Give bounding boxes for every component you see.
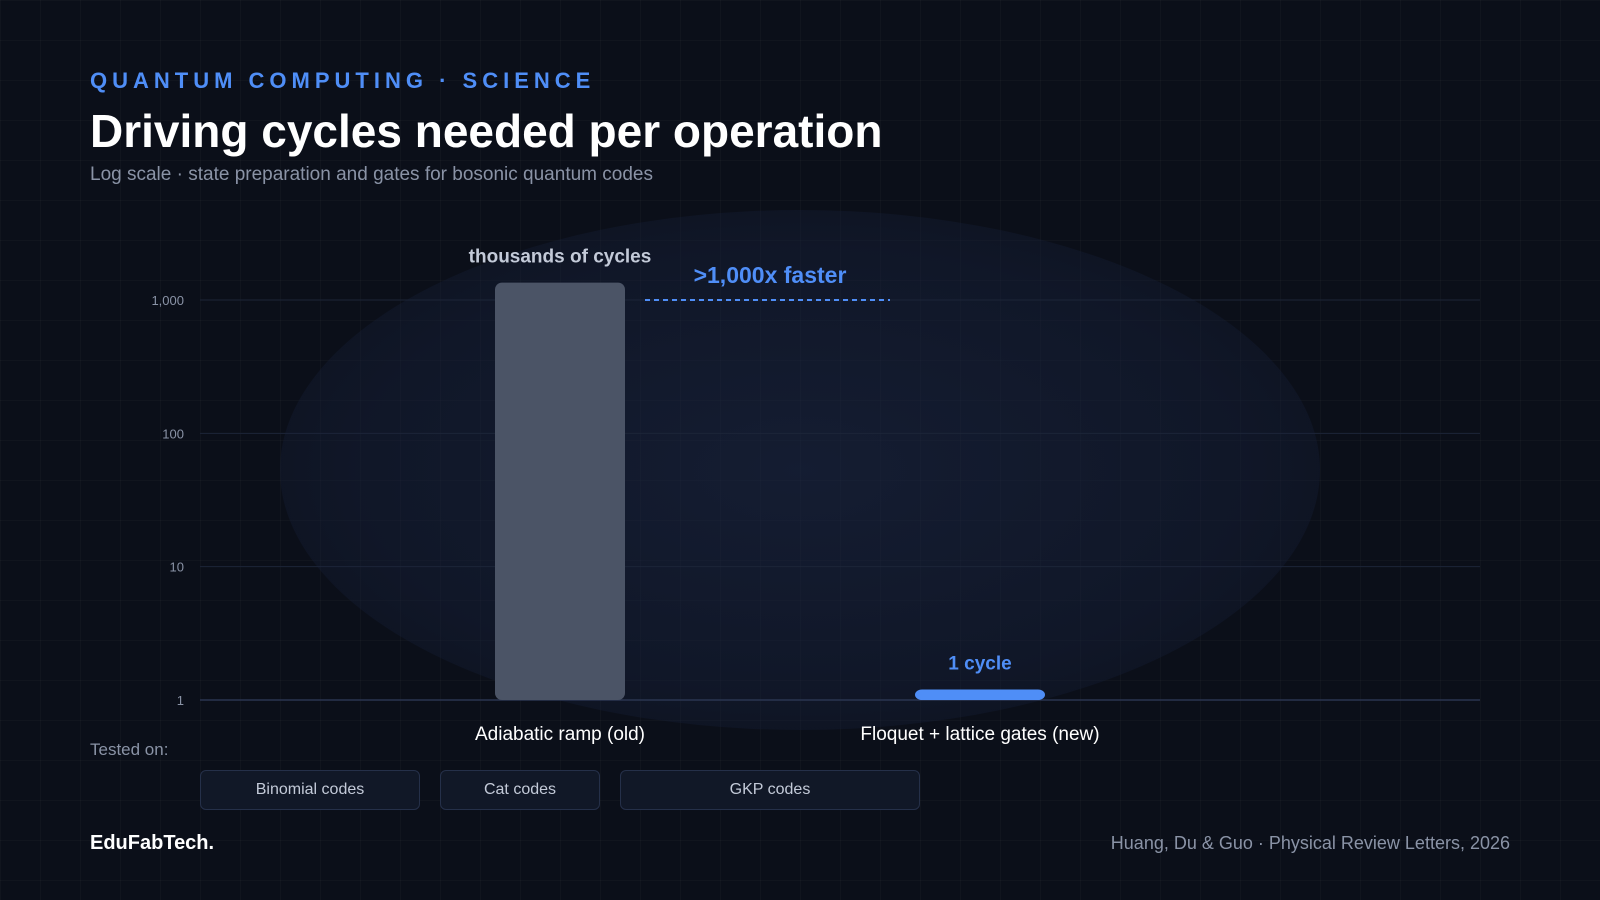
y-tick-label: 1,000 (151, 293, 184, 308)
chip-gkp-codes: GKP codes (620, 770, 920, 810)
chart-gridlines (200, 299, 1480, 701)
y-tick-label: 100 (162, 426, 184, 441)
y-tick-label: 1 (177, 693, 184, 708)
brand-logo: EduFabTech. (90, 832, 215, 854)
bar-adiabatic-ramp (495, 282, 625, 700)
chart-bars (495, 282, 1045, 700)
y-tick-label: 10 (170, 560, 184, 575)
bar-chart: 1 10 100 1,000 thousands of cycles Adiabatic… (151, 247, 1480, 745)
chip-cat-codes: Cat codes (440, 770, 600, 810)
source-citation: Huang, Du & Guo · Physical Review Letter… (1110, 833, 1510, 853)
bar-value-label: 1 cycle (948, 653, 1011, 674)
bar-floquet-lattice (915, 689, 1045, 700)
tested-on-label: Tested on: (90, 740, 169, 759)
bar-value-label: thousands of cycles (469, 247, 652, 268)
chip-binomial-codes: Binomial codes (200, 770, 420, 810)
annotation-label: >1,000x faster (694, 262, 847, 288)
x-tick-label: Adiabatic ramp (old) (475, 724, 645, 745)
y-axis-ticks: 1 10 100 1,000 (151, 293, 184, 708)
x-tick-label: Floquet + lattice gates (new) (860, 724, 1099, 745)
